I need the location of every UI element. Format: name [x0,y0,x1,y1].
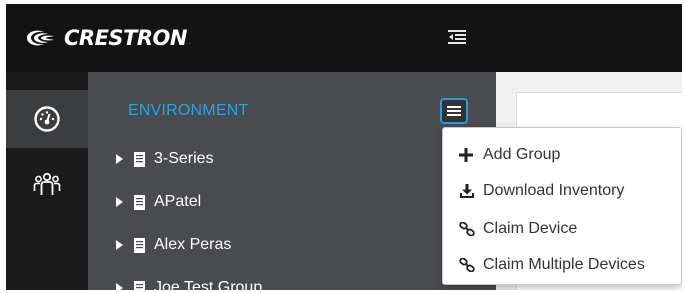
tree-item-label: APatel [154,193,202,210]
menu-item-claim-multiple-devices[interactable]: Claim Multiple Devices [459,254,645,276]
expand-caret-icon[interactable] [116,238,126,252]
tree-item-label: Alex Peras [154,236,232,253]
server-icon [134,151,146,167]
menu-item-download-inventory[interactable]: Download Inventory [459,180,624,202]
sidebar-collapse-button[interactable] [446,26,468,48]
rail-item-dashboard[interactable] [6,90,88,148]
brand-name: CRESTRON [64,26,187,50]
tree-item-group[interactable]: 3-Series [116,148,214,170]
menu-item-add-group[interactable]: Add Group [459,144,560,166]
link-icon [459,221,477,237]
menu-item-label: Claim Multiple Devices [483,256,645,273]
server-icon [134,237,146,253]
hamburger-menu-icon [447,106,461,116]
menu-item-claim-device[interactable]: Claim Device [459,218,577,240]
expand-caret-icon[interactable] [116,195,126,209]
plus-icon [459,147,477,163]
download-icon [459,183,477,199]
server-icon [134,194,146,210]
environment-tree-panel: ENVIRONMENT 3-Series APatel Alex Peras J… [88,72,496,290]
tree-item-group[interactable]: Joe Test Group [116,277,262,290]
tree-item-group[interactable]: APatel [116,191,201,213]
nav-rail [6,72,88,290]
registered-mark: . [188,40,191,46]
menu-item-label: Add Group [483,146,561,163]
expand-caret-icon[interactable] [116,152,126,166]
top-header: CRESTRON . [6,4,682,72]
environment-title[interactable]: ENVIRONMENT [128,102,248,120]
expand-caret-icon[interactable] [116,281,126,290]
environment-dropdown-menu: Add Group Download Inventory Claim Devic… [442,127,682,285]
menu-item-label: Claim Device [483,220,578,237]
tree-item-label: Joe Test Group [154,279,263,290]
crestron-swirl-icon [27,30,54,46]
tree-item-group[interactable]: Alex Peras [116,234,231,256]
app-frame: CRESTRON . ENVIRONMENT 3-Series APatel A… [6,4,682,290]
link-icon [459,257,477,273]
dashboard-gauge-icon [34,106,60,132]
tree-item-label: 3-Series [154,150,214,167]
environment-menu-button[interactable] [440,98,468,124]
crestron-logo[interactable]: CRESTRON . [24,24,191,52]
sidebar-collapse-icon [448,30,466,44]
rail-item-users[interactable] [6,156,88,214]
users-group-icon [33,172,61,195]
server-icon [134,280,146,290]
menu-item-label: Download Inventory [483,182,625,199]
